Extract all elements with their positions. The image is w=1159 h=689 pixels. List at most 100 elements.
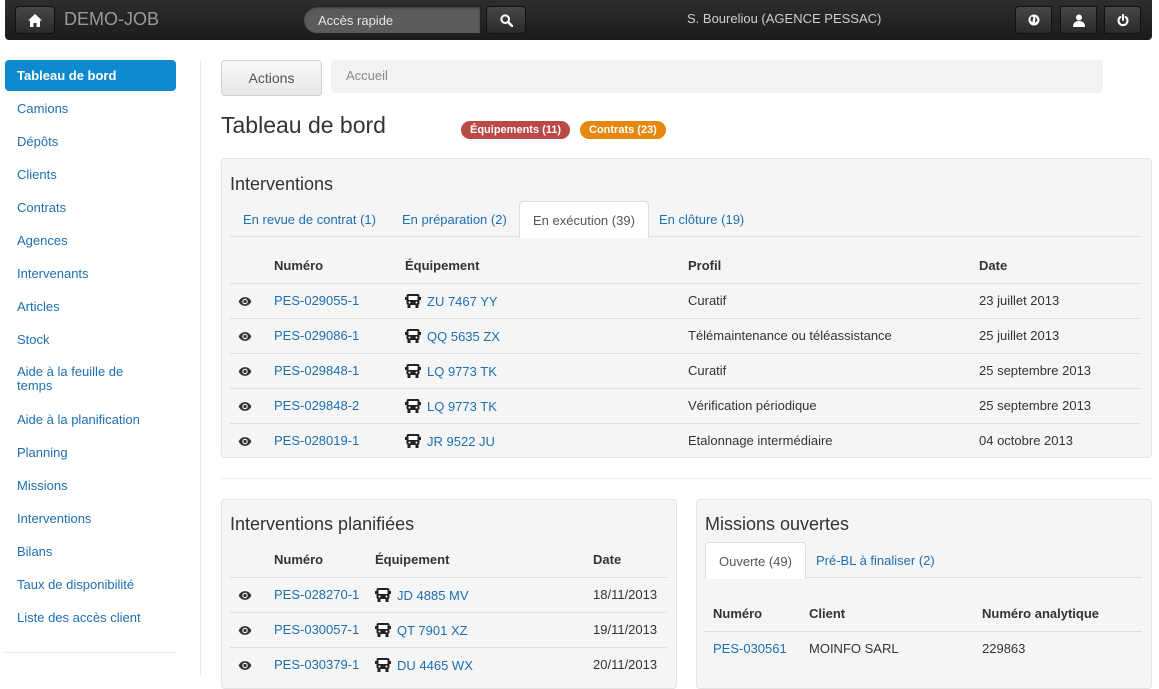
sidebar-item-camions[interactable]: Camions	[5, 101, 176, 116]
power-icon	[1117, 13, 1128, 26]
sidebar-item-aide-planification[interactable]: Aide à la planification	[5, 412, 176, 427]
interventions-title: Interventions	[230, 174, 334, 194]
eye-icon[interactable]	[238, 436, 252, 447]
column-header-numero[interactable]: Numéro	[274, 248, 405, 283]
column-header-equipement[interactable]: Équipement	[375, 542, 593, 577]
date-cell: 18/11/2013	[593, 576, 667, 612]
logout-button[interactable]	[1104, 6, 1141, 34]
sidebar-item-bilans[interactable]: Bilans	[5, 544, 176, 559]
equipment-link[interactable]: DU 4465 WX	[397, 658, 473, 673]
table-row: PES-029848-2 LQ 9773 TK Vérification pér…	[230, 387, 1140, 423]
table-row: PES-028019-1 JR 9522 JU Etalonnage inter…	[230, 422, 1140, 458]
equipment-link[interactable]: JD 4885 MV	[397, 588, 469, 603]
tab-ouverte[interactable]: Ouverte (49)	[705, 542, 806, 579]
interventions-planifiees-title: Interventions planifiées	[230, 514, 415, 534]
user-icon	[1072, 14, 1085, 27]
interventions-planifiees-panel: Interventions planifiées Numéro Équipeme…	[221, 499, 677, 689]
eye-icon[interactable]	[238, 625, 252, 636]
column-header-numero[interactable]: Numéro	[705, 596, 809, 631]
sidebar-item-taux-disponibilite[interactable]: Taux de disponibilité	[5, 577, 176, 592]
eye-icon[interactable]	[238, 590, 252, 601]
table-row: PES-029086-1 QQ 5635 ZX Télémaintenance …	[230, 317, 1140, 353]
equipment-link[interactable]: LQ 9773 TK	[427, 399, 497, 414]
interventions-planifiees-table: Numéro Équipement Date PES-028270-1 JD 4…	[230, 542, 667, 682]
column-header-numero[interactable]: Numéro	[274, 542, 375, 577]
column-header-client[interactable]: Client	[809, 596, 982, 631]
column-header-analytique[interactable]: Numéro analytique	[982, 596, 1142, 631]
intervention-number-link[interactable]: PES-028019-1	[274, 433, 359, 448]
tab-pre-bl[interactable]: Pré-BL à finaliser (2)	[803, 542, 948, 579]
date-cell: 19/11/2013	[593, 611, 667, 647]
sidebar-item-articles[interactable]: Articles	[5, 299, 176, 314]
intervention-number-link[interactable]: PES-028270-1	[274, 587, 359, 602]
sidebar-item-contrats[interactable]: Contrats	[5, 200, 176, 215]
column-header-date[interactable]: Date	[593, 542, 667, 577]
sidebar-item-aide-feuille-temps[interactable]: Aide à la feuille de temps	[5, 365, 176, 393]
eye-icon[interactable]	[238, 366, 252, 377]
home-icon	[28, 13, 42, 27]
profil-cell: Etalonnage intermédiaire	[688, 422, 979, 458]
sidebar-item-tableau-de-bord[interactable]: Tableau de bord	[5, 60, 176, 91]
column-header-profil[interactable]: Profil	[688, 248, 979, 283]
tab-execution[interactable]: En exécution (39)	[519, 201, 649, 238]
missions-ouvertes-panel: Missions ouvertes Ouverte (49) Pré-BL à …	[696, 499, 1152, 689]
intervention-number-link[interactable]: PES-029848-2	[274, 398, 359, 413]
date-cell: 23 juillet 2013	[979, 282, 1140, 318]
table-row: PES-030379-1 DU 4465 WX 20/11/2013	[230, 646, 667, 682]
date-cell: 04 octobre 2013	[979, 422, 1140, 458]
sidebar-divider	[5, 652, 176, 653]
intervention-number-link[interactable]: PES-030379-1	[274, 657, 359, 672]
search-button[interactable]	[486, 6, 526, 34]
column-header-date[interactable]: Date	[979, 248, 1140, 283]
missions-tabs: Ouverte (49) Pré-BL à finaliser (2)	[705, 542, 1142, 579]
eye-icon[interactable]	[238, 401, 252, 412]
tab-revue-contrat[interactable]: En revue de contrat (1)	[230, 201, 389, 238]
truck-icon	[405, 398, 421, 414]
sidebar-separator	[200, 60, 201, 676]
equipment-link[interactable]: LQ 9773 TK	[427, 364, 497, 379]
sidebar-item-stock[interactable]: Stock	[5, 332, 176, 347]
sidebar-item-intervenants[interactable]: Intervenants	[5, 266, 176, 281]
quick-access-input[interactable]	[303, 6, 481, 34]
intervention-number-link[interactable]: PES-029848-1	[274, 363, 359, 378]
actions-button[interactable]: Actions	[221, 60, 322, 96]
truck-icon	[405, 328, 421, 344]
analytique-cell: 229863	[982, 630, 1142, 666]
home-button[interactable]	[15, 6, 55, 34]
sidebar-item-missions[interactable]: Missions	[5, 478, 176, 493]
date-cell: 20/11/2013	[593, 646, 667, 682]
profil-cell: Curatif	[688, 352, 979, 388]
sidebar-item-interventions[interactable]: Interventions	[5, 511, 176, 526]
sidebar-item-acces-client[interactable]: Liste des accès client	[5, 610, 176, 625]
table-row: PES-030057-1 QT 7901 XZ 19/11/2013	[230, 611, 667, 647]
eye-icon[interactable]	[238, 296, 252, 307]
sidebar-item-agences[interactable]: Agences	[5, 233, 176, 248]
sidebar-item-depots[interactable]: Dépôts	[5, 134, 176, 149]
date-cell: 25 septembre 2013	[979, 352, 1140, 388]
brand-logo[interactable]: DEMO-JOB	[64, 9, 159, 30]
sidebar-item-planning[interactable]: Planning	[5, 445, 176, 460]
user-profile-button[interactable]	[1060, 6, 1097, 34]
date-cell: 25 juillet 2013	[979, 317, 1140, 353]
mission-number-link[interactable]: PES-030561	[713, 641, 787, 656]
missions-ouvertes-title: Missions ouvertes	[705, 514, 850, 534]
equipements-badge[interactable]: Équipements (11)	[461, 121, 571, 139]
client-cell: MOINFO SARL	[809, 630, 982, 666]
tab-preparation[interactable]: En préparation (2)	[389, 201, 520, 238]
intervention-number-link[interactable]: PES-029086-1	[274, 328, 359, 343]
equipment-link[interactable]: ZU 7467 YY	[427, 294, 498, 309]
column-header-view	[230, 542, 274, 577]
column-header-equipement[interactable]: Équipement	[405, 248, 688, 283]
eye-icon[interactable]	[238, 331, 252, 342]
contrats-badge[interactable]: Contrats (23)	[580, 121, 666, 139]
globe-button[interactable]	[1015, 6, 1052, 34]
sidebar-item-clients[interactable]: Clients	[5, 167, 176, 182]
breadcrumb-home[interactable]: Accueil	[346, 68, 388, 83]
equipment-link[interactable]: QQ 5635 ZX	[427, 329, 500, 344]
equipment-link[interactable]: QT 7901 XZ	[397, 623, 468, 638]
intervention-number-link[interactable]: PES-029055-1	[274, 293, 359, 308]
tab-cloture[interactable]: En clôture (19)	[646, 201, 757, 238]
equipment-link[interactable]: JR 9522 JU	[427, 434, 495, 449]
eye-icon[interactable]	[238, 660, 252, 671]
intervention-number-link[interactable]: PES-030057-1	[274, 622, 359, 637]
